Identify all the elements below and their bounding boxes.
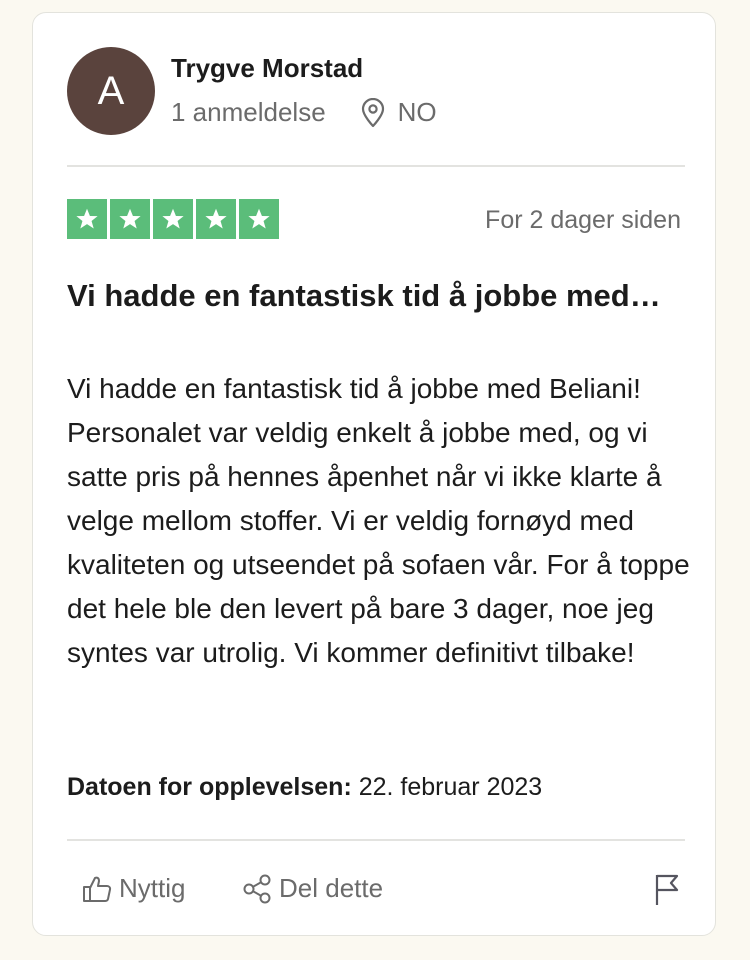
- avatar[interactable]: A: [67, 47, 155, 135]
- share-icon: [241, 874, 273, 904]
- star-icon: [196, 199, 236, 239]
- footer-divider: [67, 839, 685, 841]
- share-label: Del dette: [279, 873, 384, 903]
- helpful-button[interactable]: Nyttig: [81, 873, 185, 904]
- share-button[interactable]: Del dette: [241, 873, 383, 904]
- star-icon: [239, 199, 279, 239]
- helpful-label: Nyttig: [119, 873, 186, 903]
- star-icon: [67, 199, 107, 239]
- header-divider: [67, 165, 685, 167]
- review-date: For 2 dager siden: [485, 206, 681, 234]
- reviewer-country: NO: [397, 97, 437, 127]
- star-icon: [153, 199, 193, 239]
- reviewer-meta: 1 anmeldelse NO: [171, 97, 437, 128]
- review-count: 1 anmeldelse: [171, 97, 326, 127]
- avatar-initial: A: [97, 68, 125, 113]
- flag-icon[interactable]: [653, 873, 681, 907]
- thumbs-up-icon: [81, 874, 113, 904]
- review-body: Vi hadde en fantastisk tid å jobbe med B…: [67, 373, 690, 668]
- location-pin-icon: [360, 97, 386, 128]
- experience-date-value: 22. februar 2023: [358, 773, 543, 801]
- experience-date: Datoen for opplevelsen: 22. februar 2023: [67, 773, 542, 802]
- star-rating: [67, 199, 282, 239]
- star-icon: [110, 199, 150, 239]
- reviewer-name[interactable]: Trygve Morstad: [171, 53, 363, 84]
- experience-date-label: Datoen for opplevelsen:: [67, 773, 352, 801]
- review-title[interactable]: Vi hadde en fantastisk tid å jobbe med…: [67, 275, 667, 316]
- review-card: A Trygve Morstad 1 anmeldelse NO For 2 d…: [32, 12, 716, 936]
